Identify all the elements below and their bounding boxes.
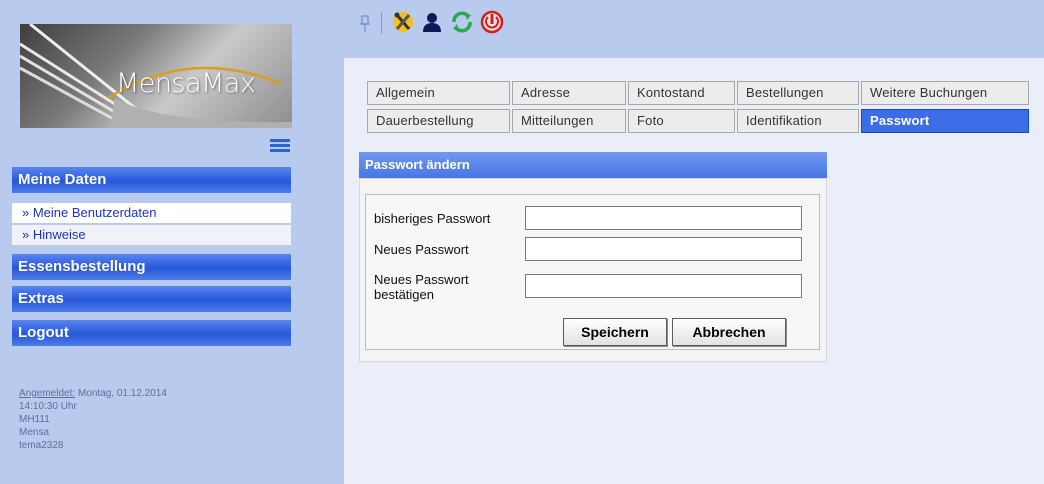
cancel-button[interactable]: Abbrechen (672, 318, 786, 346)
nav-meine-benutzerdaten[interactable]: » Meine Benutzerdaten (12, 203, 291, 223)
login-line3: MH111 (19, 414, 50, 425)
new-password-field[interactable] (525, 237, 802, 261)
login-date: Montag, 01.12.2014 (77, 388, 167, 399)
tab-kontostand[interactable]: Kontostand (628, 81, 735, 105)
pin-icon[interactable] (358, 14, 372, 34)
nav-meine-daten[interactable]: Meine Daten (12, 167, 291, 193)
tab-bestellungen[interactable]: Bestellungen (737, 81, 859, 105)
nav-extras[interactable]: Extras (12, 286, 291, 312)
confirm-password-label: Neues Passwort bestätigen (374, 272, 469, 302)
login-line4: Mensa (19, 427, 50, 438)
confirm-password-label-line2: bestätigen (374, 287, 434, 302)
power-icon[interactable] (480, 10, 504, 34)
toolbar-separator (381, 12, 382, 34)
tab-mitteilungen[interactable]: Mitteilungen (512, 109, 626, 133)
nav-logout[interactable]: Logout (12, 320, 291, 346)
confirm-password-label-line1: Neues Passwort (374, 272, 469, 287)
save-button[interactable]: Speichern (563, 318, 667, 346)
tab-passwort[interactable]: Passwort (861, 109, 1029, 133)
login-info: Angemeldet: Montag, 01.12.2014 14:10:30 … (19, 387, 167, 452)
tab-allgemein[interactable]: Allgemein (367, 81, 510, 105)
login-label: Angemeldet: (19, 388, 76, 399)
old-password-label: bisheriges Passwort (374, 211, 491, 226)
tools-icon[interactable] (391, 10, 415, 34)
panel-title: Passwort ändern (359, 152, 827, 178)
tab-adresse[interactable]: Adresse (512, 81, 626, 105)
tab-dauerbestellung[interactable]: Dauerbestellung (367, 109, 510, 133)
mensamax-logo: MensaMax (20, 24, 292, 128)
nav-essensbestellung[interactable]: Essensbestellung (12, 254, 291, 280)
user-icon[interactable] (420, 10, 444, 34)
nav-hinweise[interactable]: » Hinweise (12, 225, 291, 245)
logo-text: MensaMax (116, 68, 256, 99)
new-password-label: Neues Passwort (374, 242, 469, 257)
login-line5: tema2328 (19, 440, 64, 451)
tab-weitere-buchungen[interactable]: Weitere Buchungen (861, 81, 1029, 105)
tab-identifikation[interactable]: Identifikation (737, 109, 859, 133)
refresh-icon[interactable] (450, 10, 474, 34)
confirm-password-field[interactable] (525, 274, 802, 298)
old-password-field[interactable] (525, 206, 802, 230)
tab-foto[interactable]: Foto (628, 109, 735, 133)
login-time: 14:10:30 Uhr (19, 401, 77, 412)
hamburger-icon[interactable] (270, 139, 290, 153)
login-date-line: Angemeldet: Montag, 01.12.2014 (19, 387, 167, 400)
